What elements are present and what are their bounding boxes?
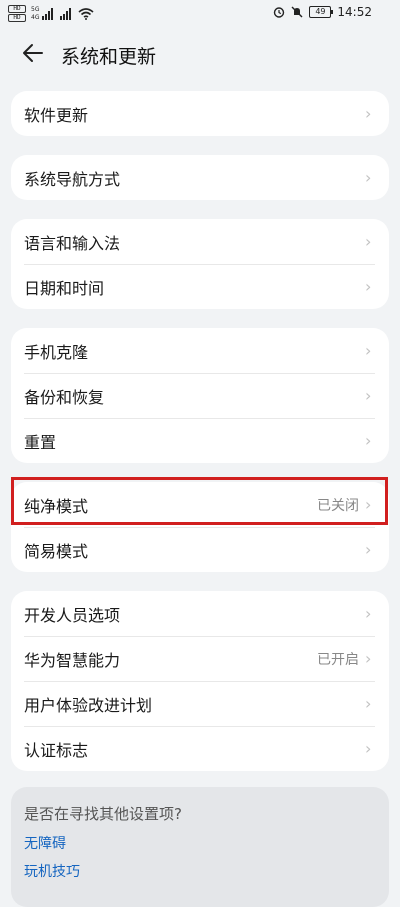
chevron-right-icon: › bbox=[365, 341, 372, 360]
settings-group-navigation: 系统导航方式 › bbox=[11, 155, 389, 200]
page-title: 系统和更新 bbox=[61, 46, 157, 68]
list-item-phone-clone[interactable]: 手机克隆 › bbox=[11, 328, 389, 373]
chevron-right-icon: › bbox=[365, 431, 372, 450]
list-item-label: 简易模式 bbox=[24, 541, 89, 561]
suggestions-question: 是否在寻找其他设置项? bbox=[24, 805, 182, 823]
list-item-developer-options[interactable]: 开发人员选项 › bbox=[11, 591, 389, 636]
signal-icon-2 bbox=[60, 7, 72, 20]
list-item-certification[interactable]: 认证标志 › bbox=[11, 726, 389, 771]
chevron-right-icon: › bbox=[365, 168, 372, 187]
sim2-icon: HD bbox=[8, 14, 26, 22]
list-item-label: 用户体验改进计划 bbox=[24, 695, 153, 715]
link-accessibility[interactable]: 无障碍 bbox=[24, 833, 376, 853]
network-type-1: 5G bbox=[31, 5, 40, 13]
list-item-label: 语言和输入法 bbox=[24, 233, 121, 253]
back-arrow-icon[interactable] bbox=[22, 42, 48, 68]
network-type: 5G 4G bbox=[31, 6, 39, 22]
mute-icon bbox=[291, 6, 303, 18]
settings-group-modes: 纯净模式 已关闭 › 简易模式 › bbox=[11, 482, 389, 572]
list-item-huawei-smart[interactable]: 华为智慧能力 已开启 › bbox=[11, 636, 389, 681]
chevron-right-icon: › bbox=[365, 495, 372, 514]
list-item-backup-restore[interactable]: 备份和恢复 › bbox=[11, 373, 389, 418]
status-bar: HD HD 5G 4G 49 14:52 bbox=[0, 0, 400, 28]
list-item-label: 认证标志 bbox=[24, 740, 89, 760]
battery-icon: 49 bbox=[309, 6, 334, 18]
chevron-right-icon: › bbox=[365, 232, 372, 251]
status-right: 49 14:52 bbox=[273, 5, 372, 19]
alarm-icon bbox=[274, 7, 285, 18]
list-item-date-time[interactable]: 日期和时间 › bbox=[11, 264, 389, 309]
chevron-right-icon: › bbox=[365, 540, 372, 559]
status-value: 已开启 bbox=[317, 651, 359, 668]
list-item-label: 纯净模式 bbox=[24, 496, 89, 516]
back-arrow-svg bbox=[23, 44, 43, 62]
status-left: HD HD 5G 4G bbox=[8, 5, 94, 22]
list-item-language-input[interactable]: 语言和输入法 › bbox=[11, 219, 389, 264]
settings-group-advanced: 开发人员选项 › 华为智慧能力 已开启 › 用户体验改进计划 › 认证标志 › bbox=[11, 591, 389, 771]
chevron-right-icon: › bbox=[365, 277, 372, 296]
chevron-right-icon: › bbox=[365, 386, 372, 405]
clock: 14:52 bbox=[337, 5, 372, 19]
list-item-navigation-mode[interactable]: 系统导航方式 › bbox=[11, 155, 389, 200]
chevron-right-icon: › bbox=[365, 694, 372, 713]
list-item-reset[interactable]: 重置 › bbox=[11, 418, 389, 463]
wifi-icon bbox=[78, 7, 94, 20]
list-item-label: 华为智慧能力 bbox=[24, 650, 121, 670]
suggestions-card: 是否在寻找其他设置项? 无障碍 玩机技巧 bbox=[11, 787, 389, 907]
list-item-pure-mode[interactable]: 纯净模式 已关闭 › bbox=[11, 482, 389, 527]
list-item-label: 日期和时间 bbox=[24, 278, 105, 298]
list-item-label: 系统导航方式 bbox=[24, 169, 121, 189]
chevron-right-icon: › bbox=[365, 739, 372, 758]
settings-group-language-time: 语言和输入法 › 日期和时间 › bbox=[11, 219, 389, 309]
list-item-label: 重置 bbox=[24, 432, 57, 452]
header: 系统和更新 bbox=[0, 28, 400, 84]
list-item-simple-mode[interactable]: 简易模式 › bbox=[11, 527, 389, 572]
chevron-right-icon: › bbox=[365, 649, 372, 668]
chevron-right-icon: › bbox=[365, 604, 372, 623]
network-type-2: 4G bbox=[31, 13, 40, 21]
list-item-label: 开发人员选项 bbox=[24, 605, 121, 625]
sim-indicators: HD HD bbox=[8, 5, 26, 22]
list-item-label: 手机克隆 bbox=[24, 342, 89, 362]
sim1-icon: HD bbox=[8, 5, 26, 13]
list-item-label: 软件更新 bbox=[24, 105, 89, 125]
list-item-label: 备份和恢复 bbox=[24, 387, 105, 407]
status-value: 已关闭 bbox=[317, 497, 359, 514]
link-tips[interactable]: 玩机技巧 bbox=[24, 861, 376, 881]
signal-icon bbox=[42, 7, 54, 20]
list-item-software-update[interactable]: 软件更新 › bbox=[11, 91, 389, 136]
settings-group-backup: 手机克隆 › 备份和恢复 › 重置 › bbox=[11, 328, 389, 463]
settings-group-software-update: 软件更新 › bbox=[11, 91, 389, 136]
chevron-right-icon: › bbox=[365, 104, 372, 123]
list-item-user-experience[interactable]: 用户体验改进计划 › bbox=[11, 681, 389, 726]
